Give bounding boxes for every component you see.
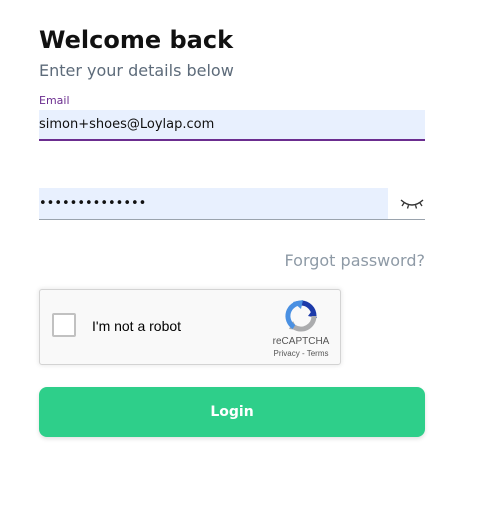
recaptcha-checkbox[interactable] (52, 313, 76, 337)
login-page: Welcome back Enter your details below Em… (0, 0, 479, 513)
recaptcha-label: I'm not a robot (92, 318, 182, 334)
recaptcha-privacy-link[interactable]: Privacy (274, 349, 300, 358)
password-field-group (39, 188, 425, 220)
page-title: Welcome back (39, 26, 234, 54)
login-button[interactable]: Login (39, 387, 425, 437)
recaptcha-links: Privacy - Terms (260, 349, 342, 359)
password-field[interactable] (39, 188, 388, 219)
forgot-password-link[interactable]: Forgot password? (285, 250, 425, 272)
recaptcha-widget: I'm not a robot reCAPTCHA Privacy - Term… (39, 289, 341, 365)
email-field[interactable] (39, 110, 425, 141)
page-subtitle: Enter your details below (39, 61, 234, 80)
recaptcha-logo-icon (284, 299, 318, 333)
recaptcha-brand: reCAPTCHA (272, 336, 330, 347)
recaptcha-terms-link[interactable]: Terms (307, 349, 329, 358)
eye-closed-icon[interactable] (399, 192, 425, 214)
recaptcha-links-separator: - (299, 349, 307, 358)
email-label: Email (39, 94, 70, 107)
